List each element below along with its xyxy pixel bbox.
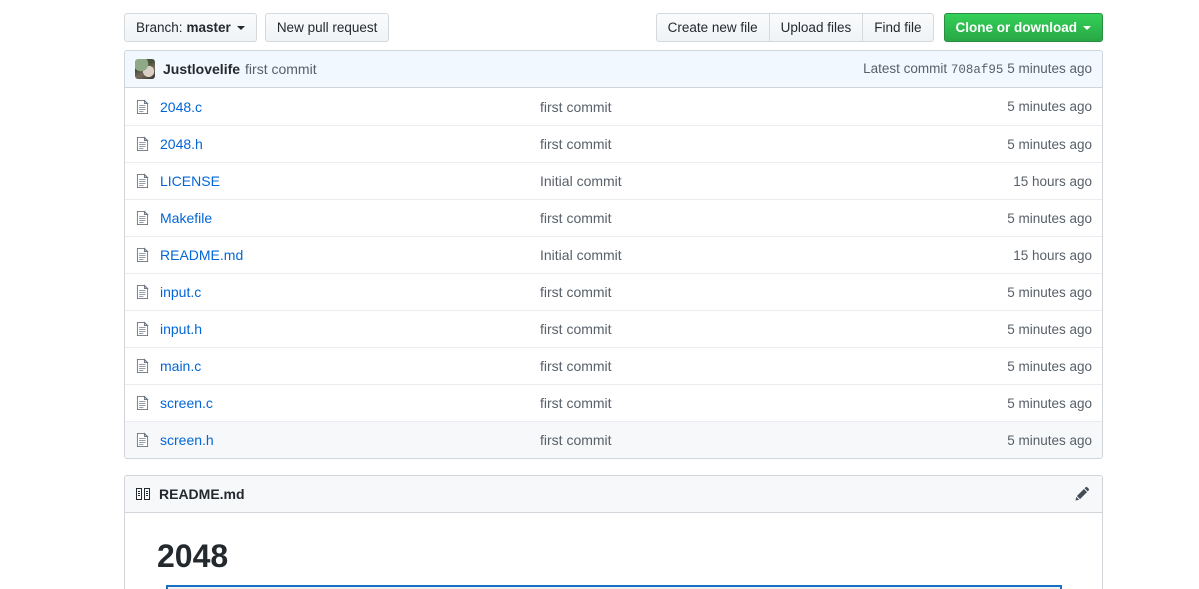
file-commit-message[interactable]: first commit	[540, 136, 1007, 152]
readme-heading: 2048	[157, 538, 229, 574]
repository-toolbar: Branch: master New pull request Create n…	[124, 13, 1103, 43]
table-row[interactable]: README.md Initial commit 15 hours ago	[125, 236, 1102, 273]
file-icon	[136, 395, 149, 411]
file-commit-age: 15 hours ago	[1013, 173, 1092, 189]
pencil-icon	[1075, 486, 1090, 501]
file-commit-message[interactable]: first commit	[540, 358, 1007, 374]
latest-commit-meta: Latest commit 708af95 5 minutes ago	[863, 61, 1092, 77]
table-row[interactable]: 2048.c first commit 5 minutes ago	[125, 88, 1102, 125]
table-row[interactable]: screen.h first commit 5 minutes ago	[125, 421, 1102, 458]
readme-header: README.md	[125, 476, 1102, 513]
file-commit-age: 15 hours ago	[1013, 247, 1092, 263]
file-icon	[136, 321, 149, 337]
table-row[interactable]: 2048.h first commit 5 minutes ago	[125, 125, 1102, 162]
create-new-file-button[interactable]: Create new file	[655, 13, 770, 42]
file-icon	[136, 173, 149, 189]
chevron-down-icon	[236, 25, 245, 30]
readme-title: README.md	[159, 486, 245, 502]
file-link[interactable]: 2048.h	[160, 136, 540, 152]
file-commit-age: 5 minutes ago	[1007, 395, 1092, 411]
clone-or-download-label: Clone or download	[955, 19, 1078, 35]
file-link[interactable]: main.c	[160, 358, 540, 374]
file-link[interactable]: README.md	[160, 247, 540, 263]
file-icon	[136, 432, 149, 448]
file-commit-message[interactable]: first commit	[540, 321, 1007, 337]
branch-selector-button[interactable]: Branch: master	[124, 13, 257, 42]
readme-code-block	[166, 585, 1062, 589]
file-commit-age: 5 minutes ago	[1007, 432, 1092, 448]
file-link[interactable]: input.c	[160, 284, 540, 300]
branch-name: master	[186, 19, 231, 35]
file-commit-message[interactable]: Initial commit	[540, 247, 1013, 263]
file-icon	[136, 136, 149, 152]
edit-readme-button[interactable]	[1072, 484, 1092, 504]
file-commit-message[interactable]: first commit	[540, 210, 1007, 226]
file-commit-age: 5 minutes ago	[1007, 210, 1092, 226]
commit-author[interactable]: Justlovelife	[163, 61, 240, 77]
file-link[interactable]: screen.h	[160, 432, 540, 448]
file-link[interactable]: input.h	[160, 321, 540, 337]
file-link[interactable]: 2048.c	[160, 99, 540, 115]
toolbar-right-group: Create new file Upload files Find file C…	[655, 13, 1103, 42]
file-link[interactable]: LICENSE	[160, 173, 540, 189]
table-row[interactable]: Makefile first commit 5 minutes ago	[125, 199, 1102, 236]
find-file-button[interactable]: Find file	[863, 13, 934, 42]
file-commit-age: 5 minutes ago	[1007, 136, 1092, 152]
file-link[interactable]: screen.c	[160, 395, 540, 411]
readme-container: README.md 2048	[124, 475, 1103, 589]
book-icon	[136, 488, 150, 500]
latest-commit-label: Latest commit	[863, 61, 948, 76]
file-icon	[136, 210, 149, 226]
file-commit-age: 5 minutes ago	[1007, 358, 1092, 374]
latest-commit-bar: Justlovelife first commit Latest commit …	[125, 51, 1102, 88]
commit-message[interactable]: first commit	[245, 61, 317, 77]
file-icon	[136, 358, 149, 374]
file-link[interactable]: Makefile	[160, 210, 540, 226]
toolbar-left-group: Branch: master New pull request	[124, 13, 390, 42]
file-commit-age: 5 minutes ago	[1007, 99, 1092, 114]
branch-label: Branch:	[136, 19, 183, 35]
file-commit-age: 5 minutes ago	[1007, 321, 1092, 337]
commit-age: 5 minutes ago	[1007, 61, 1092, 76]
new-pull-request-button[interactable]: New pull request	[264, 13, 390, 42]
file-icon	[136, 98, 149, 114]
file-icon	[136, 247, 149, 263]
file-commit-message[interactable]: first commit	[540, 99, 1007, 115]
file-commit-message[interactable]: Initial commit	[540, 173, 1013, 189]
file-commit-message[interactable]: first commit	[540, 395, 1007, 411]
file-commit-message[interactable]: first commit	[540, 284, 1007, 300]
table-row[interactable]: LICENSE Initial commit 15 hours ago	[125, 162, 1102, 199]
avatar	[135, 59, 155, 79]
file-commit-age: 5 minutes ago	[1007, 284, 1092, 300]
commit-sha[interactable]: 708af95	[951, 63, 1004, 77]
table-row[interactable]: input.c first commit 5 minutes ago	[125, 273, 1102, 310]
upload-files-button[interactable]: Upload files	[769, 13, 864, 42]
file-icon	[136, 284, 149, 300]
clone-or-download-button[interactable]: Clone or download	[943, 13, 1103, 42]
table-row[interactable]: screen.c first commit 5 minutes ago	[125, 384, 1102, 421]
chevron-down-icon	[1083, 25, 1091, 30]
file-list-container: Justlovelife first commit Latest commit …	[124, 50, 1103, 459]
repository-page: Branch: master New pull request Create n…	[0, 0, 1199, 589]
readme-body: 2048	[125, 513, 1102, 589]
file-commit-message[interactable]: first commit	[540, 432, 1007, 448]
file-rows: 2048.c first commit 5 minutes ago 2048.h fir…	[125, 88, 1102, 458]
table-row[interactable]: input.h first commit 5 minutes ago	[125, 310, 1102, 347]
file-actions-button-group: Create new file Upload files Find file	[655, 13, 934, 42]
table-row[interactable]: main.c first commit 5 minutes ago	[125, 347, 1102, 384]
